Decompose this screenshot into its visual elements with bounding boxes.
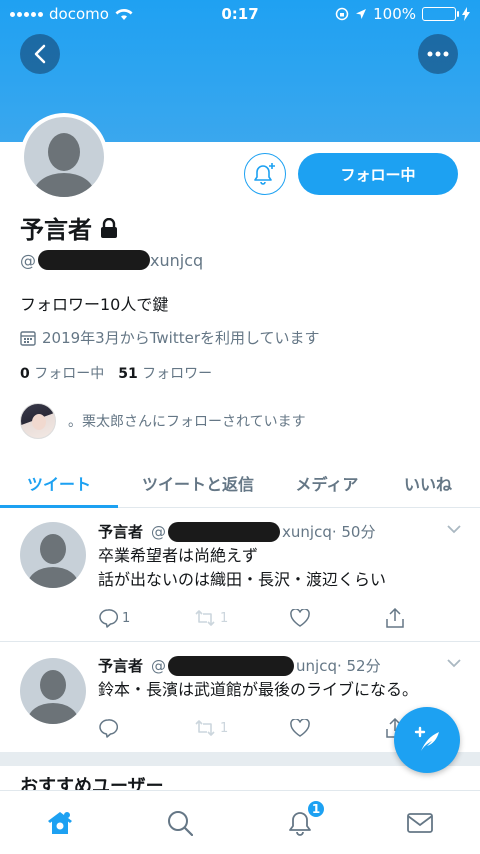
profile-handle: @ xunjcq [20,250,204,270]
home-icon [48,811,72,834]
nav-home[interactable] [0,791,120,854]
search-icon [168,810,193,836]
followed-by-text: 。栗太郎さんにフォローされています [68,414,306,430]
tab-tweets-and-replies[interactable]: ツイートと返信 [118,458,278,507]
tweet-menu-chevron-icon[interactable] [446,656,462,672]
compose-feather-icon [414,726,439,751]
retweet-icon [195,720,215,736]
tweet-actions: 1 1 [98,608,480,628]
back-button[interactable] [20,34,60,74]
tweet-text: 鈴本・長濱は武道館が最後のライブになる。 [98,680,419,699]
profile-display-name: 予言者 [20,210,118,245]
display-name-text: 予言者 [20,216,92,244]
profile-tabs: ツイート ツイートと返信 メディア いいね [0,458,480,508]
retweet-button[interactable]: 1 [194,609,290,627]
tweet-menu-chevron-icon[interactable] [446,522,462,538]
notifications-toggle-button[interactable] [244,153,286,195]
more-options-button[interactable] [418,34,458,74]
bell-plus-icon [254,163,275,185]
tweet-text: 卒業希望者は尚絶えず 話が出ないのは織田・長沢・渡辺くらい [98,546,387,589]
nav-messages[interactable] [360,791,480,854]
tweet-header: 予言者 @ xunjcq · 50分 [98,521,376,542]
tab-media[interactable]: メディア [278,458,376,507]
tab-tweets[interactable]: ツイート [0,458,118,508]
tweet-author-name: 予言者 [98,523,144,541]
more-horizontal-icon [427,51,449,57]
reply-icon [99,719,118,738]
tweet-author-name: 予言者 [98,657,144,675]
followers-count-link[interactable]: 51 フォロワー [118,363,212,383]
redaction-mark [38,250,150,270]
status-time: 0:17 [221,5,259,23]
follower-avatar [20,403,56,439]
retweet-icon [195,610,215,626]
retweet-button[interactable]: 1 [194,719,290,737]
reply-button[interactable] [98,718,194,738]
redaction-mark [168,655,295,676]
suggested-users-heading: おすすめユーザー [20,776,164,792]
tweet-time: · 52分 [336,657,381,675]
nav-notifications[interactable]: 1 [240,791,360,854]
share-icon [386,608,404,628]
like-button[interactable] [290,609,386,627]
share-button[interactable] [386,608,480,628]
tweet-avatar[interactable] [20,658,86,724]
default-avatar-icon [48,133,80,171]
profile-bio: フォロワー10人で鍵 [20,295,169,314]
default-avatar-icon [40,534,66,564]
heart-icon [290,609,310,627]
redaction-mark [168,521,281,542]
battery-icon [422,7,459,21]
default-avatar-icon [40,670,66,700]
nav-search[interactable] [120,791,240,854]
tab-likes[interactable]: いいね [376,458,480,507]
mail-icon [407,812,433,833]
status-bar: docomo 0:17 100% [0,0,480,28]
following-button[interactable]: フォロー中 [298,153,458,195]
bottom-navigation: 1 [0,790,480,854]
heart-icon [290,719,310,737]
notification-badge: 1 [306,799,326,819]
chevron-left-icon [34,44,46,64]
following-count-link[interactable]: 0 フォロー中 [20,363,104,383]
tweet-header: 予言者 @ unjcq · 52分 [98,655,381,676]
lock-icon [101,217,117,238]
tweet-time: · 50分 [331,523,376,541]
tweet[interactable]: 予言者 @ xunjcq · 50分 卒業希望者は尚絶えず 話が出ないのは織田・… [0,508,480,642]
calendar-icon [20,330,36,346]
followed-by-row[interactable]: 。栗太郎さんにフォローされています [20,403,306,439]
follow-counts: 0 フォロー中 51 フォロワー [20,363,212,383]
like-button[interactable] [290,719,386,737]
reply-button[interactable]: 1 [98,608,194,628]
tweet-avatar[interactable] [20,522,86,588]
joined-date: 2019年3月からTwitterを利用しています [20,327,320,348]
profile-avatar[interactable] [20,113,108,201]
reply-icon [99,609,118,628]
compose-tweet-button[interactable] [394,707,460,773]
